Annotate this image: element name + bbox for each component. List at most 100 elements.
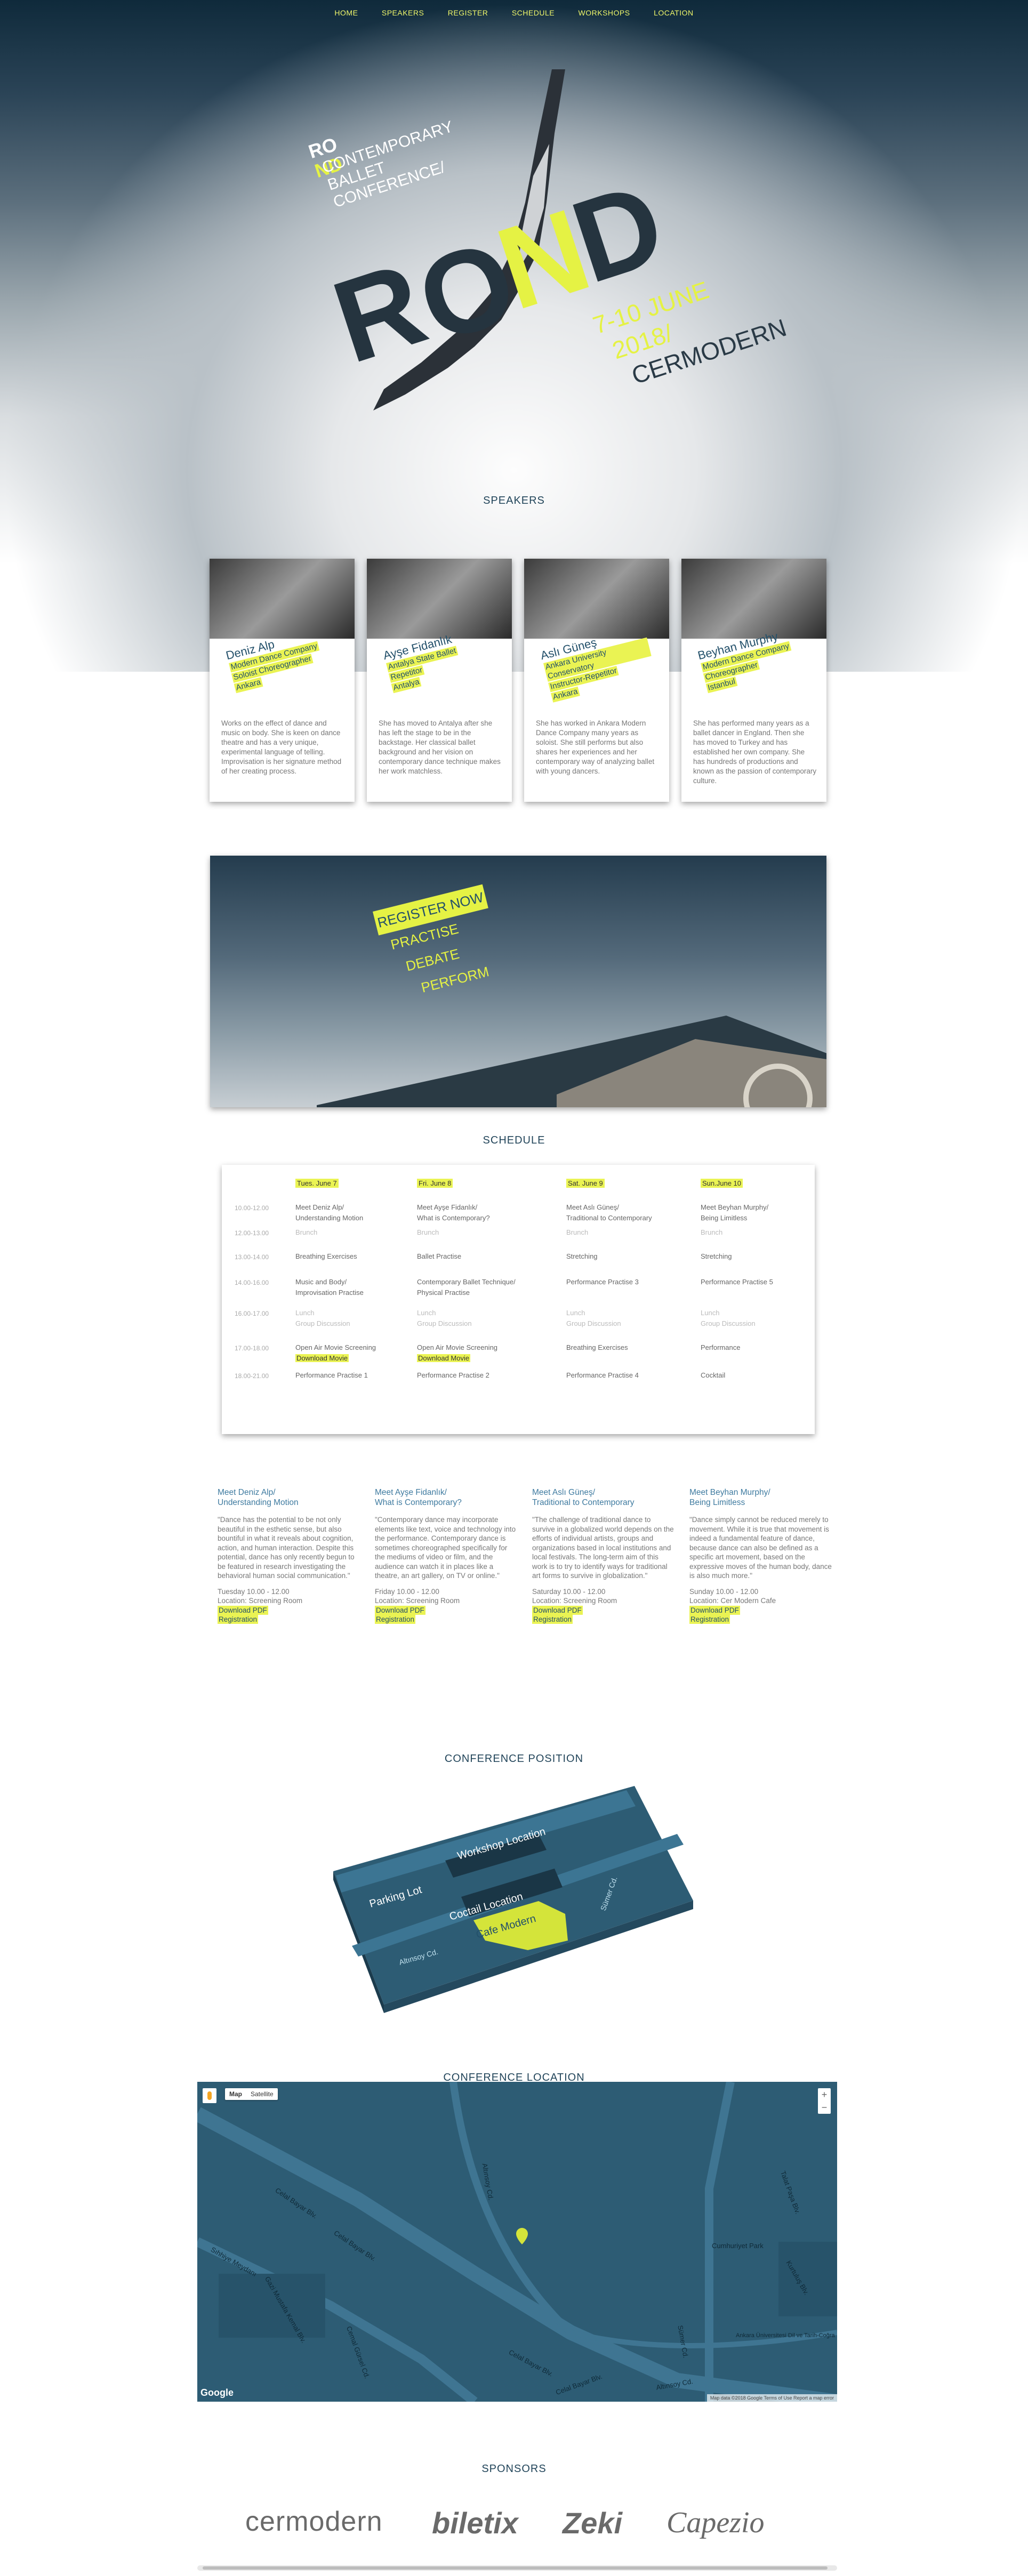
schedule-cell-text: Stretching: [566, 1252, 598, 1260]
pegman-icon[interactable]: [203, 2088, 216, 2103]
schedule-cell: Brunch: [566, 1227, 705, 1238]
schedule-cell-text: Performance Practise 3: [566, 1278, 639, 1286]
schedule-cell-text: Breathing Exercises: [566, 1343, 628, 1351]
schedule-cell: Meet Aslı Güneş/ Traditional to Contempo…: [566, 1202, 705, 1223]
talk-quote: "Contemporary dance may incorporate elem…: [375, 1516, 516, 1580]
position-map: Workshop Location Parking Lot Coctail Lo…: [333, 1786, 693, 2013]
sponsor-logo-capezio[interactable]: Capezio: [666, 2506, 765, 2540]
registration-link[interactable]: Registration: [532, 1615, 573, 1624]
talk-card: Meet Deniz Alp/ Understanding Motion "Da…: [218, 1487, 360, 1624]
schedule-cell-text: Brunch: [566, 1228, 589, 1236]
street-label: Ankara Üniversitesi Dil ve Tarih-Coğra: [736, 2332, 835, 2339]
schedule-cell-text: Performance Practise 5: [701, 1278, 773, 1286]
sponsor-logo-biletix[interactable]: biletix: [432, 2506, 518, 2540]
schedule-time: 17.00-18.00: [235, 1345, 269, 1352]
scrollbar-thumb[interactable]: [203, 2566, 828, 2570]
talk-time: Friday 10.00 - 12.00: [375, 1587, 439, 1596]
schedule-cell-text: Performance: [701, 1343, 741, 1351]
schedule-cell-text: Ballet Practise: [417, 1252, 462, 1260]
schedule-cell: Performance Practise 2: [417, 1370, 556, 1381]
schedule-cell-text: Lunch Group Discussion: [566, 1309, 621, 1327]
schedule-cell: Lunch Group Discussion: [295, 1308, 434, 1329]
schedule-cell: Stretching: [566, 1251, 705, 1262]
speaker-description: She has worked in Ankara Modern Dance Co…: [536, 719, 655, 775]
download-pdf-link[interactable]: Download PDF: [532, 1605, 583, 1615]
map-footer[interactable]: Map data ©2018 Google Terms of Use Repor…: [706, 2394, 837, 2402]
registration-link[interactable]: Registration: [218, 1615, 259, 1624]
talk-title[interactable]: Meet Beyhan Murphy/ Being Limitless: [689, 1487, 832, 1508]
schedule-cell: Performance: [701, 1342, 839, 1353]
schedule-cell-text: Brunch: [295, 1228, 318, 1236]
schedule-cell: Open Air Movie Screening Download Movie: [295, 1342, 434, 1364]
schedule-cell: Breathing Exercises: [295, 1251, 434, 1262]
schedule-cell: Contemporary Ballet Technique/ Physical …: [417, 1277, 556, 1298]
schedule-cell-text: Meet Deniz Alp/ Understanding Motion: [295, 1203, 364, 1222]
schedule-cell: Breathing Exercises: [566, 1342, 705, 1353]
schedule-table: Tues. June 7 Fri. June 8 Sat. June 9 Sun…: [222, 1165, 815, 1434]
map-pin-icon[interactable]: [516, 2228, 528, 2244]
schedule-cell-text: Lunch Group Discussion: [417, 1309, 472, 1327]
schedule-cell: Meet Ayşe Fidanlık/ What is Contemporary…: [417, 1202, 556, 1223]
download-pdf-link[interactable]: Download PDF: [375, 1605, 425, 1615]
download-movie-link[interactable]: Download Movie: [417, 1354, 471, 1362]
zoom-in-button[interactable]: +: [818, 2088, 831, 2101]
schedule-cell-text: Lunch Group Discussion: [701, 1309, 756, 1327]
speaker-photo: [524, 559, 669, 639]
speaker-card[interactable]: Ayşe Fidanlık Antalya State Ballet Repet…: [367, 559, 512, 802]
talk-location: Location: Screening Room: [375, 1597, 460, 1605]
talk-title[interactable]: Meet Aslı Güneş/ Traditional to Contempo…: [532, 1487, 675, 1508]
zoom-out-button[interactable]: −: [818, 2101, 831, 2114]
day-header: Sat. June 9: [566, 1179, 605, 1188]
registration-link[interactable]: Registration: [375, 1615, 416, 1624]
schedule-cell: Lunch Group Discussion: [566, 1308, 705, 1329]
sponsor-logo-cermodern[interactable]: cermodern: [245, 2506, 383, 2538]
schedule-cell: Performance Practise 5: [701, 1277, 839, 1287]
speaker-card[interactable]: Aslı Güneş Ankara University Conservator…: [524, 559, 669, 802]
schedule-cell-text: Brunch: [701, 1228, 723, 1236]
schedule-title: SCHEDULE: [483, 1134, 545, 1146]
schedule-time: 16.00-17.00: [235, 1310, 269, 1317]
talk-quote: "Dance simply cannot be reduced merely t…: [689, 1516, 832, 1580]
map-type-map[interactable]: Map: [225, 2088, 246, 2100]
schedule-cell-text: Contemporary Ballet Technique/ Physical …: [417, 1278, 516, 1297]
download-pdf-link[interactable]: Download PDF: [689, 1605, 740, 1615]
schedule-cell: Performance Practise 4: [566, 1370, 705, 1381]
talk-location: Location: Screening Room: [532, 1597, 617, 1605]
speaker-description: Works on the effect of dance and music o…: [221, 719, 342, 775]
schedule-cell: Cocktail: [701, 1370, 839, 1381]
speaker-card[interactable]: Deniz Alp Modern Dance Company Soloist C…: [210, 559, 355, 802]
talk-location: Location: Screening Room: [218, 1597, 303, 1605]
schedule-time: 10.00-12.00: [235, 1204, 269, 1212]
map-type-control[interactable]: Map Satellite: [225, 2088, 278, 2100]
schedule-cell: Lunch Group Discussion: [417, 1308, 556, 1329]
day-header: Tues. June 7: [295, 1179, 339, 1188]
schedule-cell: Lunch Group Discussion: [701, 1308, 839, 1329]
nav-workshops[interactable]: WORKSHOPS: [579, 9, 630, 17]
horizontal-scrollbar[interactable]: [197, 2565, 837, 2571]
nav-home[interactable]: HOME: [334, 9, 358, 17]
nav-speakers[interactable]: SPEAKERS: [382, 9, 424, 17]
google-map[interactable]: Map Satellite + − Celal Bayar Blv. Celal …: [197, 2082, 837, 2402]
zoom-control[interactable]: + −: [818, 2088, 831, 2114]
registration-link[interactable]: Registration: [689, 1615, 730, 1624]
download-pdf-link[interactable]: Download PDF: [218, 1605, 268, 1615]
schedule-cell-text: Breathing Exercises: [295, 1252, 357, 1260]
speaker-card[interactable]: Beyhan Murphy Modern Dance Company Chore…: [681, 559, 826, 802]
schedule-cell: Performance Practise 1: [295, 1370, 434, 1381]
talk-title[interactable]: Meet Deniz Alp/ Understanding Motion: [218, 1487, 360, 1508]
nav-location[interactable]: LOCATION: [654, 9, 694, 17]
talk-title[interactable]: Meet Ayşe Fidanlık/ What is Contemporary…: [375, 1487, 518, 1508]
speaker-photo: [681, 559, 826, 639]
day-header: Fri. June 8: [417, 1179, 453, 1188]
talk-time: Saturday 10.00 - 12.00: [532, 1587, 606, 1596]
nav-schedule[interactable]: SCHEDULE: [512, 9, 555, 17]
top-nav: HOME SPEAKERS REGISTER SCHEDULE WORKSHOP…: [0, 9, 1028, 18]
sponsor-logo-zeki[interactable]: Zeki: [563, 2506, 622, 2540]
download-movie-link[interactable]: Download Movie: [295, 1354, 349, 1362]
speaker-photo: [367, 559, 512, 639]
street-label: Cumhuriyet Park: [712, 2242, 764, 2250]
schedule-cell: Brunch: [417, 1227, 556, 1238]
talk-quote: "The challenge of traditional dance to s…: [532, 1516, 674, 1580]
map-type-satellite[interactable]: Satellite: [246, 2088, 278, 2100]
nav-register[interactable]: REGISTER: [448, 9, 488, 17]
